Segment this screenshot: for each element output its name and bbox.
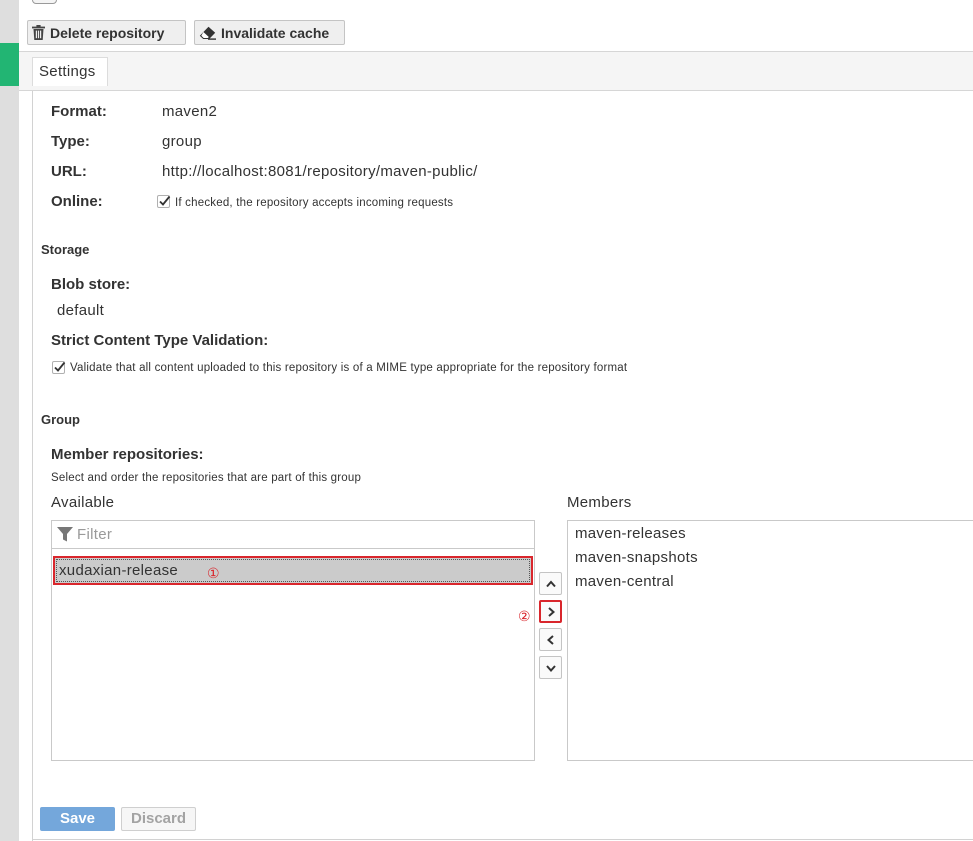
filter-field[interactable] (51, 520, 535, 549)
trash-icon (32, 25, 45, 40)
online-checkbox[interactable] (157, 195, 171, 208)
annotation-step-1: ① (207, 565, 220, 581)
sidebar-active-indicator (0, 43, 19, 86)
member-item[interactable]: maven-snapshots (575, 549, 698, 567)
available-item[interactable]: xudaxian-release (53, 556, 533, 585)
format-value: maven2 (162, 103, 218, 120)
remove-member-button[interactable] (539, 628, 562, 651)
delete-repository-button[interactable]: Delete repository (27, 20, 186, 45)
eraser-icon (199, 26, 216, 40)
group-heading: Group (41, 412, 80, 427)
strict-validation-checkbox[interactable] (52, 361, 66, 374)
strict-validation-label: Strict Content Type Validation: (51, 332, 269, 349)
member-item[interactable]: maven-releases (575, 525, 686, 543)
partial-control (32, 0, 57, 4)
annotation-step-2: ② (518, 608, 531, 624)
available-label: Available (51, 494, 115, 511)
chevron-down-icon (545, 664, 556, 672)
online-label: Online: (51, 193, 103, 210)
move-down-button[interactable] (539, 656, 562, 679)
save-button[interactable]: Save (40, 807, 115, 831)
sidebar-edge (0, 0, 19, 841)
type-value: group (162, 133, 202, 150)
storage-heading: Storage (41, 242, 90, 257)
panel-border (32, 91, 33, 841)
blob-store-label: Blob store: (51, 276, 131, 293)
delete-repository-label: Delete repository (50, 24, 165, 41)
format-label: Format: (51, 103, 107, 120)
tab-bar (19, 51, 973, 91)
online-help: If checked, the repository accepts incom… (175, 197, 454, 209)
panel-border-bottom (32, 839, 973, 840)
chevron-left-icon (546, 634, 554, 645)
move-up-button[interactable] (539, 572, 562, 595)
member-repositories-label: Member repositories: (51, 446, 204, 463)
member-item[interactable]: maven-central (575, 573, 674, 591)
members-label: Members (567, 494, 632, 511)
discard-button[interactable]: Discard (121, 807, 196, 831)
member-repositories-help: Select and order the repositories that a… (51, 472, 362, 484)
invalidate-cache-button[interactable]: Invalidate cache (194, 20, 345, 45)
chevron-right-icon (547, 606, 555, 617)
type-label: Type: (51, 133, 90, 150)
strict-validation-help: Validate that all content uploaded to th… (70, 362, 628, 374)
checkmark-icon (54, 361, 66, 372)
filter-input[interactable] (52, 521, 534, 548)
checkmark-icon (159, 195, 171, 206)
url-value: http://localhost:8081/repository/maven-p… (162, 163, 478, 180)
add-member-button[interactable] (539, 600, 562, 623)
blob-store-value: default (57, 302, 105, 319)
invalidate-cache-label: Invalidate cache (221, 24, 330, 41)
url-label: URL: (51, 163, 87, 180)
tab-settings[interactable]: Settings (32, 57, 108, 86)
chevron-up-icon (545, 579, 556, 587)
